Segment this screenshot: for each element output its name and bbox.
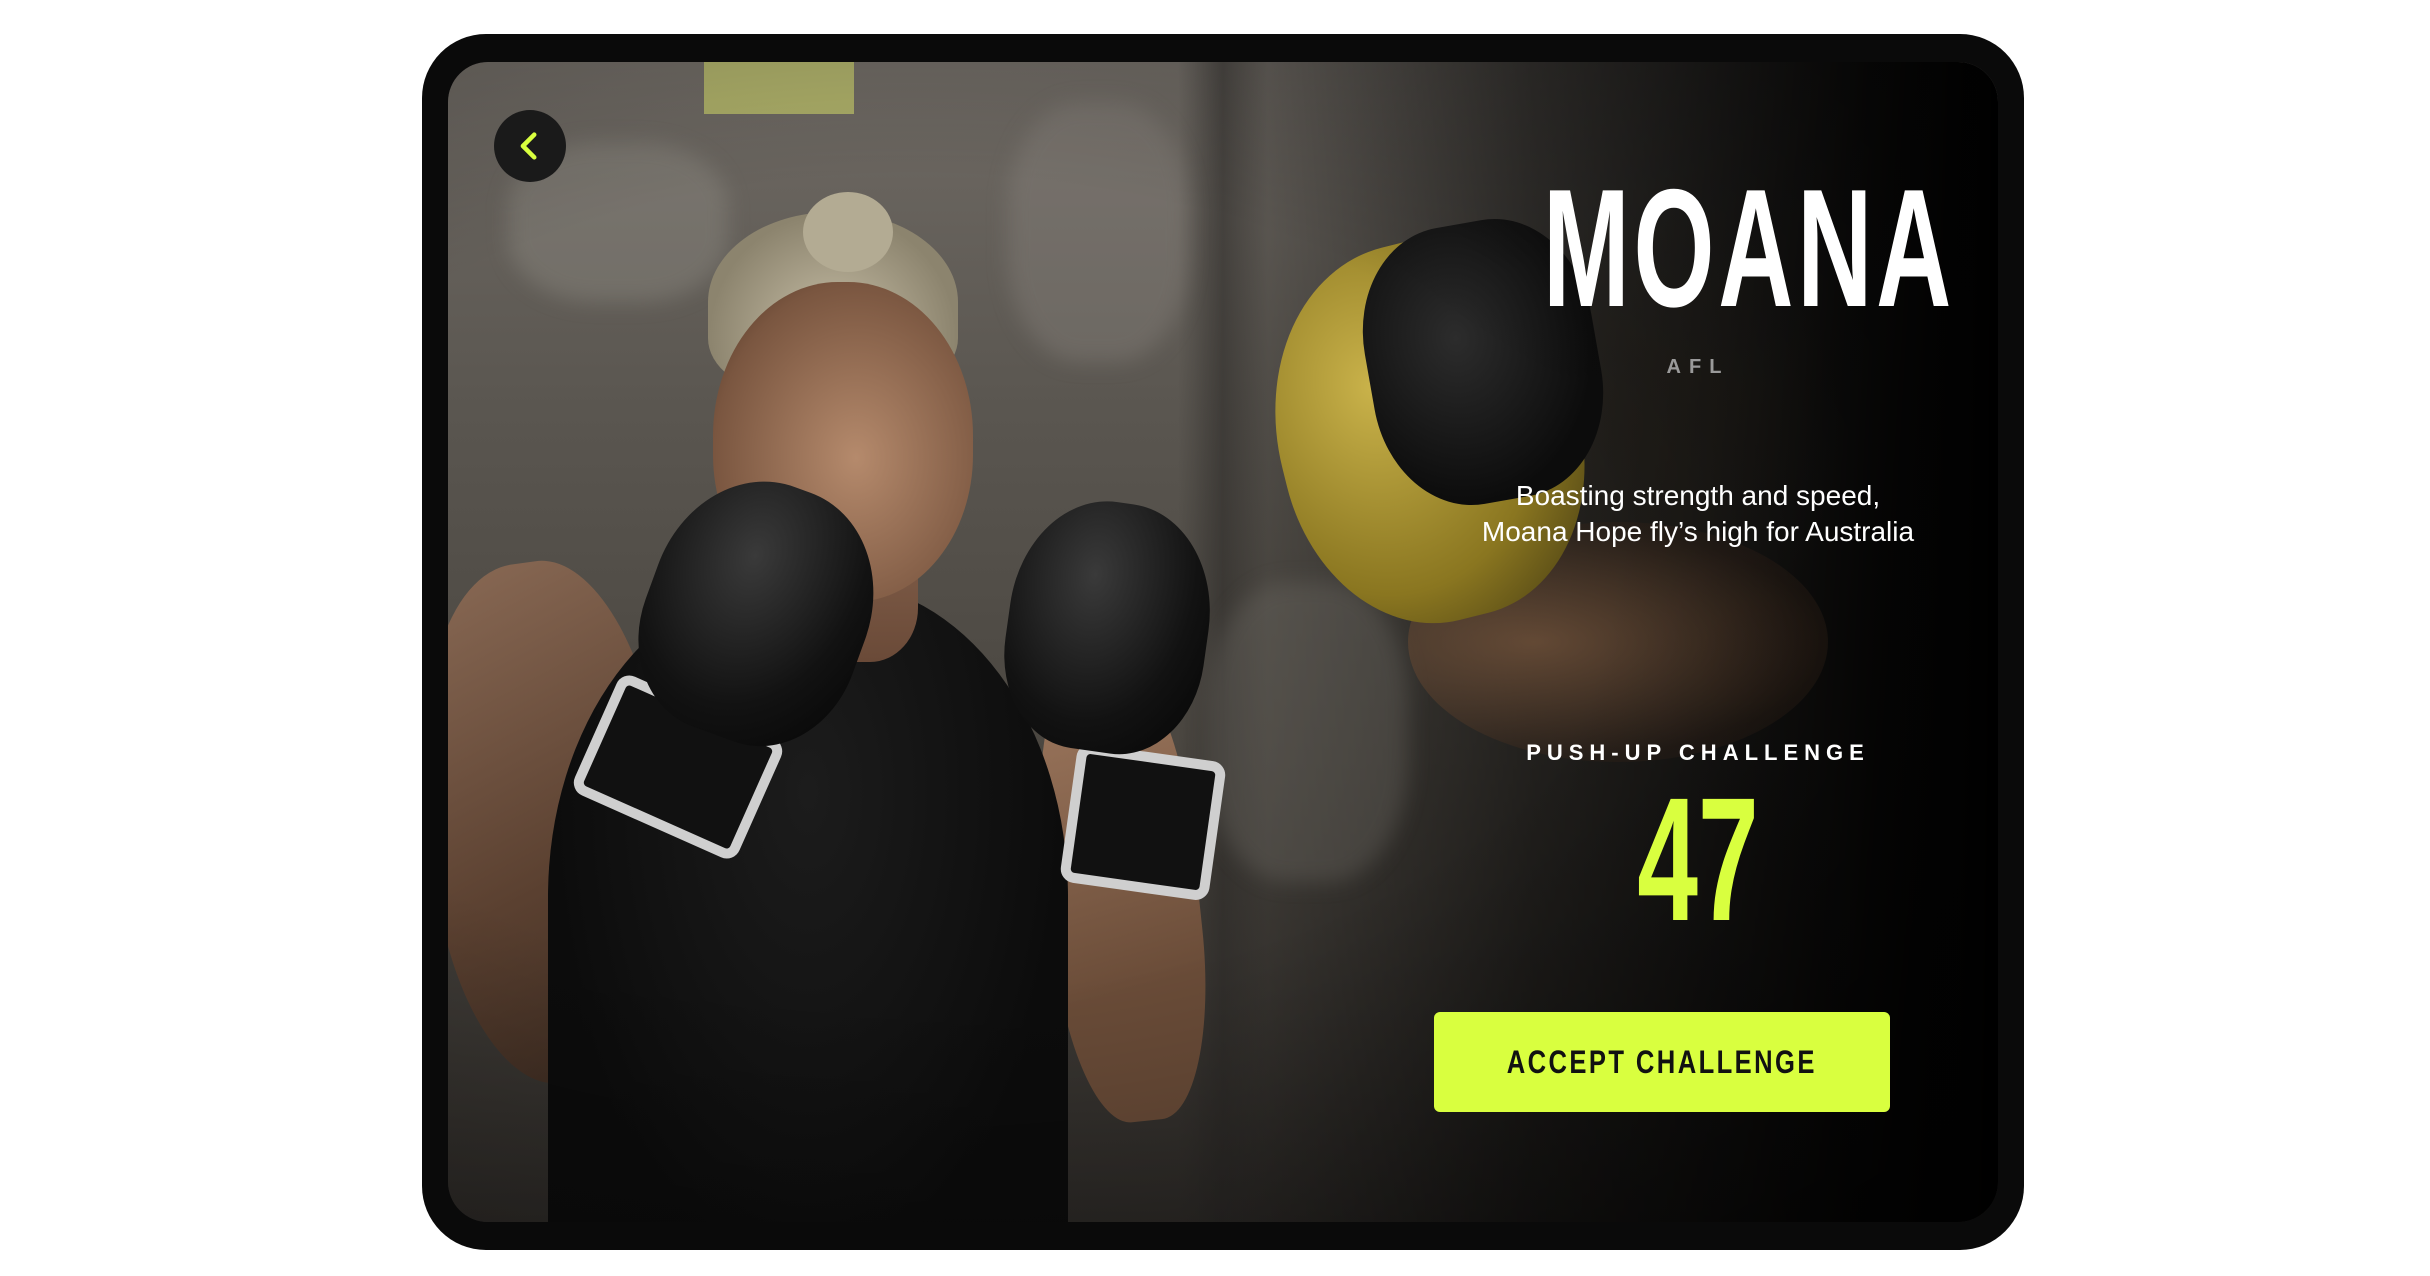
tablet-frame: MOANA AFL Boasting strength and speed, M… xyxy=(422,34,2024,1250)
challenge-value: 47 xyxy=(1637,762,1759,958)
athlete-description: Boasting strength and speed, Moana Hope … xyxy=(1448,478,1948,550)
accept-challenge-label: ACCEPT CHALLENGE xyxy=(1506,1043,1818,1080)
screen: MOANA AFL Boasting strength and speed, M… xyxy=(448,62,1998,1222)
athlete-league: AFL xyxy=(1666,356,1730,378)
athlete-name: MOANA xyxy=(1543,154,1956,342)
back-button[interactable] xyxy=(494,110,566,182)
chevron-left-icon xyxy=(520,132,537,160)
athlete-description-text: Boasting strength and speed, Moana Hope … xyxy=(1481,480,1915,547)
accept-challenge-button[interactable]: ACCEPT CHALLENGE xyxy=(1434,1012,1890,1112)
